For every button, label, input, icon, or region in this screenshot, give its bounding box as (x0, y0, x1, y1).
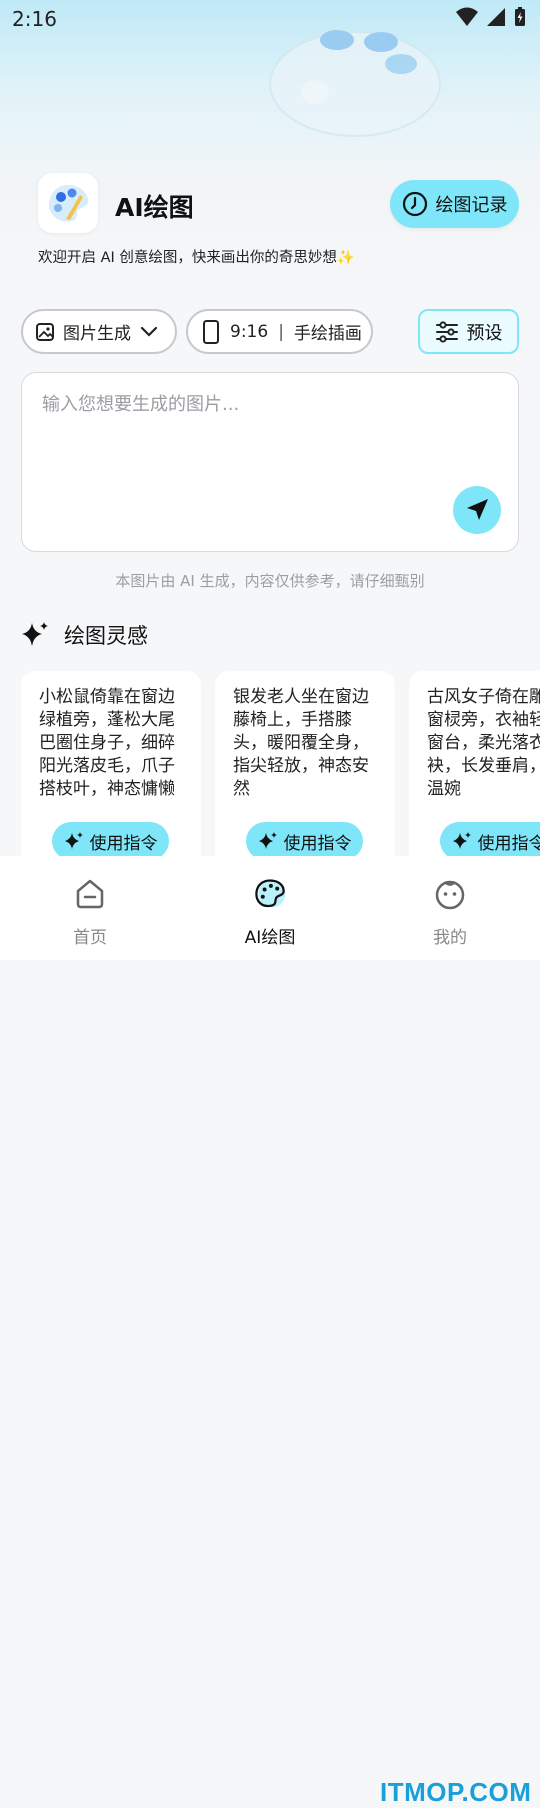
history-label: 绘图记录 (436, 191, 508, 217)
wifi-icon (456, 7, 478, 27)
style-label: 手绘插画 (294, 319, 362, 344)
nav-item-home[interactable]: 首页 (30, 856, 150, 960)
use-prompt-button[interactable]: 使用指令 (52, 822, 169, 860)
app-logo (38, 173, 98, 233)
clock-icon (402, 191, 428, 217)
status-time: 2:16 (12, 7, 57, 31)
mode-dropdown[interactable]: 图片生成 (21, 309, 177, 354)
welcome-text: 欢迎开启 AI 创意绘图，快来画出你的奇思妙想✨ (38, 246, 355, 267)
phone-ratio-icon (202, 319, 220, 345)
inspiration-card[interactable]: 银发老人坐在窗边藤椅上，手搭膝头，暖阳覆全身，指尖轻放，神态安然 使用指令 (215, 671, 395, 861)
bottom-nav: 首页 AI绘图 我的 ITMOP.COM (0, 856, 540, 960)
preset-button[interactable]: 预设 (418, 309, 519, 354)
inspiration-heading: 绘图灵感 (20, 620, 148, 650)
palette-nav-icon (252, 874, 288, 914)
inspiration-cards: 小松鼠倚靠在窗边绿植旁，蓬松大尾巴圈住身子，细碎阳光落皮毛，爪子搭枝叶，神态慵懒… (21, 671, 540, 861)
use-prompt-label: 使用指令 (478, 829, 540, 854)
sliders-icon (435, 321, 459, 343)
use-prompt-label: 使用指令 (284, 829, 352, 854)
ratio-label: 9:16 (230, 322, 268, 342)
prompt-input[interactable] (40, 393, 464, 416)
sparkle-small-icon (258, 831, 278, 851)
ratio-style-selector[interactable]: 9:16 | 手绘插画 (186, 309, 373, 354)
drawing-history-button[interactable]: 绘图记录 (390, 180, 519, 228)
ratio-separator: | (278, 322, 284, 342)
send-arrow-icon (464, 497, 490, 523)
chevron-down-icon (139, 325, 159, 339)
sparkle-small-icon (452, 831, 472, 851)
send-button[interactable] (453, 486, 501, 534)
inspiration-card[interactable]: 小松鼠倚靠在窗边绿植旁，蓬松大尾巴圈住身子，细碎阳光落皮毛，爪子搭枝叶，神态慵懒… (21, 671, 201, 861)
sparkle-small-icon (64, 831, 84, 851)
nav-item-profile[interactable]: 我的 (390, 856, 510, 960)
inspiration-title: 绘图灵感 (64, 620, 148, 650)
ai-disclaimer: 本图片由 AI 生成，内容仅供参考，请仔细甄别 (0, 570, 540, 591)
mode-label: 图片生成 (63, 319, 131, 344)
card-prompt-text: 银发老人坐在窗边藤椅上，手搭膝头，暖阳覆全身，指尖轻放，神态安然 (233, 686, 379, 801)
use-prompt-button[interactable]: 使用指令 (440, 822, 540, 860)
image-icon (35, 322, 55, 342)
palette-decoration-icon (255, 12, 445, 142)
use-prompt-label: 使用指令 (90, 829, 158, 854)
signal-icon (486, 7, 506, 27)
nav-label-profile: 我的 (433, 923, 467, 948)
nav-label-ai-drawing: AI绘图 (245, 923, 296, 948)
prompt-box (21, 372, 519, 552)
page-title: AI绘图 (115, 188, 194, 224)
battery-icon (514, 7, 526, 27)
home-icon (73, 877, 107, 911)
nav-label-home: 首页 (73, 923, 107, 948)
palette-logo-icon (46, 183, 90, 223)
card-prompt-text: 小松鼠倚靠在窗边绿植旁，蓬松大尾巴圈住身子，细碎阳光落皮毛，爪子搭枝叶，神态慵懒 (39, 686, 185, 801)
use-prompt-button[interactable]: 使用指令 (246, 822, 363, 860)
card-prompt-text: 古风女子倚在雕花窗棂旁，衣袖轻搭窗台，柔光落衣袂，长发垂肩，神温婉 (427, 686, 540, 801)
preset-label: 预设 (467, 319, 503, 345)
status-icons (456, 7, 526, 27)
site-watermark: ITMOP.COM (380, 1777, 531, 1808)
profile-face-icon (433, 877, 467, 911)
sparkle-icon (20, 620, 50, 650)
nav-item-ai-drawing[interactable]: AI绘图 (210, 856, 330, 960)
inspiration-card[interactable]: 古风女子倚在雕花窗棂旁，衣袖轻搭窗台，柔光落衣袂，长发垂肩，神温婉 使用指令 (409, 671, 540, 861)
